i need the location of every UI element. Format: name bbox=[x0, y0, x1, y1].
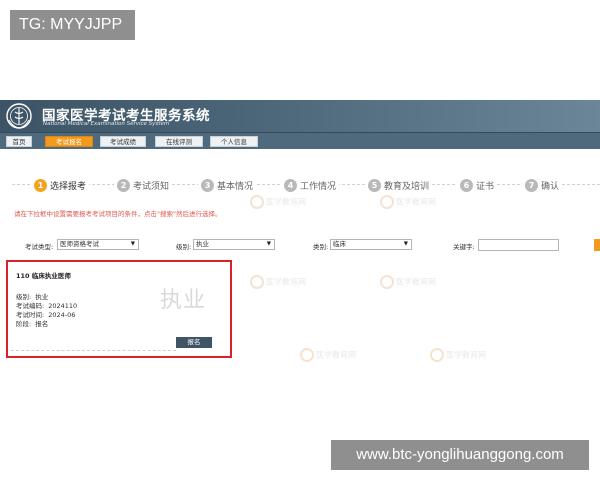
card-row-key: 阶段: bbox=[16, 320, 32, 328]
keyword-input[interactable] bbox=[478, 239, 559, 251]
nav-home[interactable]: 首页 bbox=[6, 136, 32, 147]
category-label: 类别: bbox=[313, 243, 329, 251]
search-button[interactable] bbox=[594, 239, 600, 251]
card-row-value: 2024-06 bbox=[48, 311, 76, 319]
card-row-stage: 阶段: 报名 bbox=[16, 318, 48, 328]
step-number: 3 bbox=[201, 178, 214, 192]
watermark-logo-icon bbox=[380, 195, 394, 209]
exam-type-select[interactable]: 医师资格考试 ▼ bbox=[57, 239, 139, 250]
step-number: 4 bbox=[284, 178, 297, 192]
registration-steps: 1 选择报考 2 考试须知 3 基本情况 4 工作情况 5 教育及培训 6 证书… bbox=[0, 173, 600, 197]
apply-button[interactable]: 报名 bbox=[176, 337, 212, 348]
watermark: 医学教育网 bbox=[300, 348, 356, 362]
divider bbox=[11, 350, 176, 351]
site-header: 国家医学考试考生服务系统 National Medical Examinatio… bbox=[0, 100, 600, 132]
watermark-logo-icon bbox=[380, 275, 394, 289]
step-education: 5 教育及培训 bbox=[365, 177, 433, 193]
system-subtitle: National Medical Examination Service Sys… bbox=[43, 121, 170, 127]
instruction-text: 请在下拉框中设置需要报考考试项目的条件，点击"搜索"然后进行选择。 bbox=[14, 210, 222, 218]
filter-bar: 考试类型: 医师资格考试 ▼ 级别: 执业 ▼ 类别: 临床 ▼ 关键字: bbox=[0, 238, 600, 254]
level-label: 级别: bbox=[176, 243, 192, 251]
nav-online-assessment[interactable]: 在线评测 bbox=[155, 136, 203, 147]
category-value: 临床 bbox=[333, 240, 346, 248]
step-number: 1 bbox=[34, 178, 47, 192]
watermark: 医学教育网 bbox=[380, 195, 436, 209]
nav-personal-info[interactable]: 个人信息 bbox=[210, 136, 258, 147]
step-certificate: 6 证书 bbox=[457, 177, 498, 193]
card-row-value: 报名 bbox=[35, 320, 49, 328]
step-exam-notice: 2 考试须知 bbox=[114, 177, 173, 193]
nav-exam-scores[interactable]: 考试成绩 bbox=[100, 136, 146, 147]
watermark: 医学教育网 bbox=[250, 195, 306, 209]
step-label: 证书 bbox=[476, 181, 495, 192]
category-select[interactable]: 临床 ▼ bbox=[330, 239, 412, 250]
watermark: 医学教育网 bbox=[380, 275, 436, 289]
level-value: 执业 bbox=[196, 240, 209, 248]
step-confirm: 7 确认 bbox=[522, 177, 563, 193]
step-select-exam: 1 选择报考 bbox=[31, 177, 90, 193]
chevron-down-icon: ▼ bbox=[130, 241, 135, 247]
medical-emblem-logo-icon bbox=[6, 103, 32, 129]
step-label: 确认 bbox=[541, 181, 560, 192]
step-number: 2 bbox=[117, 178, 130, 192]
watermark-logo-icon bbox=[250, 195, 264, 209]
url-watermark-overlay: www.btc-yonglihuanggong.com bbox=[331, 440, 589, 470]
step-number: 7 bbox=[525, 178, 538, 192]
step-work-info: 4 工作情况 bbox=[281, 177, 340, 193]
main-nav: 首页 考试报名 考试成绩 在线评测 个人信息 bbox=[0, 132, 600, 149]
watermark: 医学教育网 bbox=[250, 275, 306, 289]
watermark-logo-icon bbox=[300, 348, 314, 362]
exam-type-label: 考试类型: bbox=[25, 243, 54, 251]
step-basic-info: 3 基本情况 bbox=[198, 177, 257, 193]
nav-exam-registration[interactable]: 考试报名 bbox=[45, 136, 93, 147]
step-label: 选择报考 bbox=[50, 181, 87, 192]
level-stamp: 执业 bbox=[160, 288, 207, 313]
telegram-tag-overlay: TG: MYYJJPP bbox=[10, 10, 135, 40]
watermark-logo-icon bbox=[430, 348, 444, 362]
step-label: 基本情况 bbox=[217, 181, 254, 192]
watermark-logo-icon bbox=[250, 275, 264, 289]
level-select[interactable]: 执业 ▼ bbox=[193, 239, 275, 250]
step-label: 考试须知 bbox=[133, 181, 170, 192]
exam-card-title: 110 临床执业医师 bbox=[16, 272, 71, 280]
step-label: 教育及培训 bbox=[384, 181, 430, 192]
chevron-down-icon: ▼ bbox=[266, 241, 271, 247]
exam-card: 110 临床执业医师 执业 级别: 执业 考试编码: 2024110 考试时间: 20… bbox=[6, 260, 232, 358]
step-label: 工作情况 bbox=[300, 181, 337, 192]
step-number: 6 bbox=[460, 178, 473, 192]
step-number: 5 bbox=[368, 178, 381, 192]
exam-type-value: 医师资格考试 bbox=[60, 240, 99, 248]
watermark: 医学教育网 bbox=[430, 348, 486, 362]
keyword-label: 关键字: bbox=[453, 243, 475, 251]
chevron-down-icon: ▼ bbox=[403, 241, 408, 247]
